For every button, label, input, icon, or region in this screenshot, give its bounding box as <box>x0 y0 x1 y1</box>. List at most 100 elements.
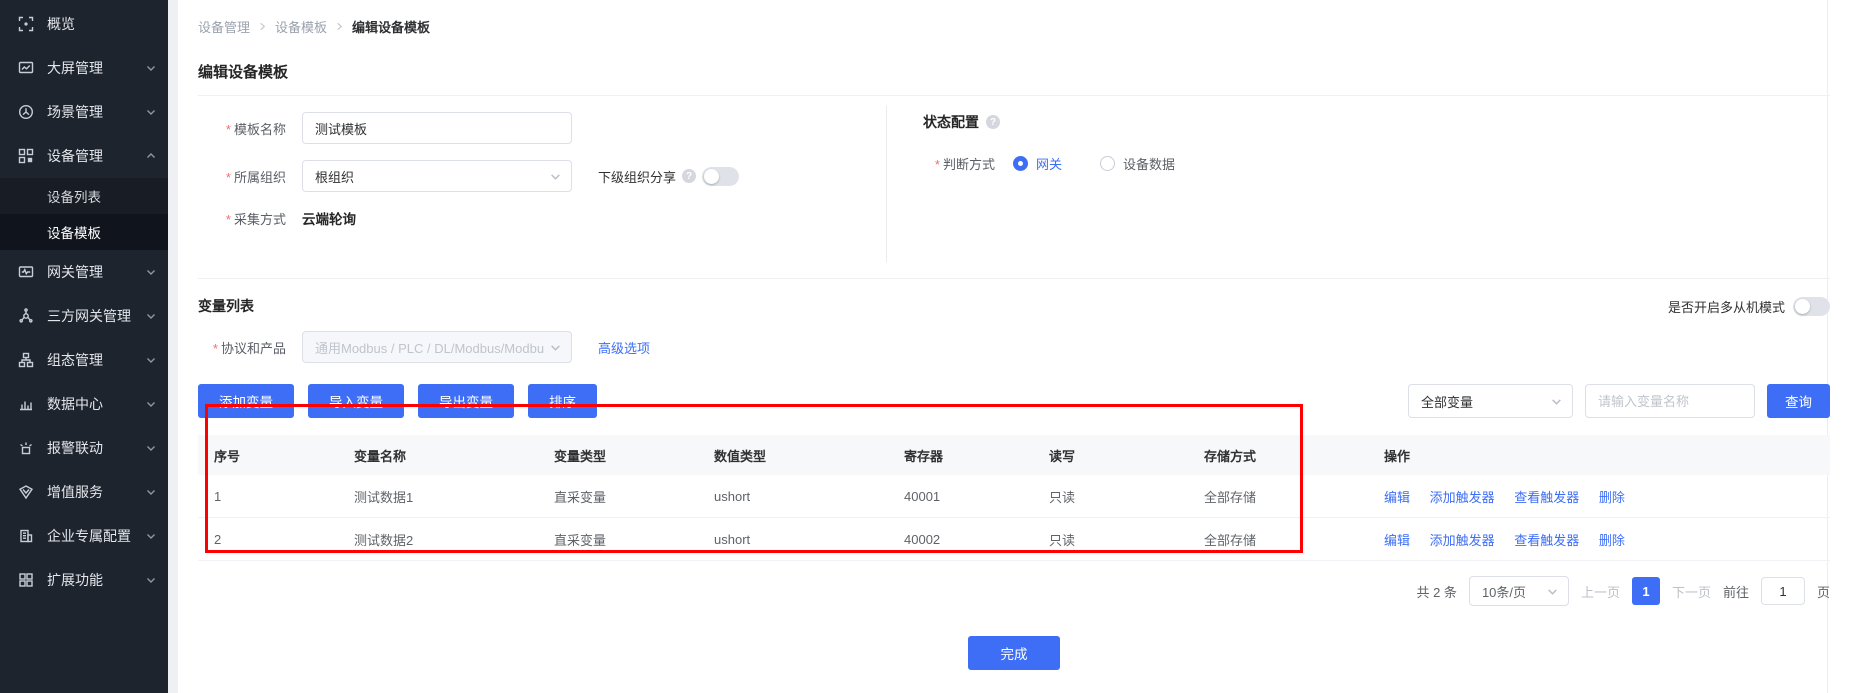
sidebar-item-extension[interactable]: 扩展功能 <box>0 558 168 602</box>
chevron-down-icon <box>146 399 156 409</box>
variable-type-filter-select[interactable]: 全部变量 <box>1408 384 1573 418</box>
edit-link[interactable]: 编辑 <box>1384 533 1410 548</box>
data-center-icon <box>18 396 34 412</box>
table-row: 1 测试数据1 直采变量 ushort 40001 只读 全部存储 编辑 添加触… <box>198 475 1830 518</box>
column-header: 变量名称 <box>338 446 538 465</box>
radio-option-gateway[interactable]: 网关 <box>1013 154 1062 173</box>
sidebar-item-device[interactable]: 设备管理 <box>0 134 168 178</box>
variable-search-input[interactable] <box>1585 384 1755 418</box>
multi-slave-label: 是否开启多从机模式 <box>1668 297 1785 316</box>
row-actions: 编辑 添加触发器 查看触发器 删除 <box>1368 487 1830 506</box>
sidebar-item-alarm[interactable]: 报警联动 <box>0 426 168 470</box>
sidebar-item-device-template[interactable]: 设备模板 <box>0 214 168 250</box>
sidebar: 概览 大屏管理 场景管理 设备管理 设备列表 <box>0 0 168 693</box>
organization-row: *所属组织 根组织 下级组织分享 ? <box>198 160 886 192</box>
cell-register: 40001 <box>888 489 1033 504</box>
export-variable-button[interactable]: 导出变量 <box>418 384 514 418</box>
next-page-button[interactable]: 下一页 <box>1672 582 1711 601</box>
column-header: 数值类型 <box>698 446 888 465</box>
radio-unchecked-icon <box>1100 156 1115 171</box>
enterprise-icon <box>18 528 34 544</box>
goto-page-input[interactable] <box>1761 577 1805 605</box>
overview-icon <box>18 16 34 32</box>
value-service-icon <box>18 484 34 500</box>
sub-org-share-group: 下级组织分享 ? <box>598 167 739 186</box>
big-screen-icon <box>18 60 34 76</box>
prev-page-button[interactable]: 上一页 <box>1581 582 1620 601</box>
table-row: 2 测试数据2 直采变量 ushort 40002 只读 全部存储 编辑 添加触… <box>198 518 1830 561</box>
sidebar-item-label: 概览 <box>47 14 156 34</box>
protocol-select: 通用Modbus / PLC / DL/Modbus/Modbus RTU <box>302 331 572 363</box>
view-trigger-link[interactable]: 查看触发器 <box>1514 490 1579 505</box>
sidebar-item-label: 设备列表 <box>47 186 101 206</box>
sort-button[interactable]: 排序 <box>528 384 597 418</box>
chevron-down-icon <box>550 342 561 353</box>
breadcrumb-item[interactable]: 设备模板 <box>275 17 327 36</box>
delete-link[interactable]: 删除 <box>1599 533 1625 548</box>
add-trigger-link[interactable]: 添加触发器 <box>1430 490 1495 505</box>
row-actions: 编辑 添加触发器 查看触发器 删除 <box>1368 530 1830 549</box>
breadcrumb: 设备管理 设备模板 编辑设备模板 <box>198 0 1830 36</box>
help-icon[interactable]: ? <box>682 169 696 183</box>
organization-label: *所属组织 <box>198 167 286 186</box>
advanced-options-link[interactable]: 高级选项 <box>598 338 650 357</box>
radio-option-device-data[interactable]: 设备数据 <box>1100 154 1175 173</box>
required-mark: * <box>226 212 231 227</box>
status-config-title: 状态配置 <box>923 112 979 132</box>
page-title: 编辑设备模板 <box>198 61 1830 82</box>
breadcrumb-item[interactable]: 设备管理 <box>198 17 250 36</box>
chevron-down-icon <box>146 311 156 321</box>
chevron-down-icon <box>146 575 156 585</box>
add-variable-button[interactable]: 添加变量 <box>198 384 294 418</box>
help-icon[interactable]: ? <box>986 115 1000 129</box>
organization-select[interactable]: 根组织 <box>302 160 572 192</box>
chevron-right-icon <box>258 22 267 31</box>
app-window: 概览 大屏管理 场景管理 设备管理 设备列表 <box>0 0 1850 693</box>
sidebar-item-overview[interactable]: 概览 <box>0 2 168 46</box>
cell-register: 40002 <box>888 532 1033 547</box>
sidebar-item-device-list[interactable]: 设备列表 <box>0 178 168 214</box>
sidebar-item-label: 网关管理 <box>47 262 146 282</box>
page-number-current[interactable]: 1 <box>1632 577 1660 605</box>
view-trigger-link[interactable]: 查看触发器 <box>1514 533 1579 548</box>
sidebar-item-gateway[interactable]: 网关管理 <box>0 250 168 294</box>
pagination: 共 2 条 10条/页 上一页 1 下一页 前往 页 <box>198 576 1830 606</box>
sidebar-item-scene[interactable]: 场景管理 <box>0 90 168 134</box>
sidebar-item-topology[interactable]: 组态管理 <box>0 338 168 382</box>
protocol-row: *协议和产品 通用Modbus / PLC / DL/Modbus/Modbus… <box>198 331 1830 363</box>
page-size-value: 10条/页 <box>1482 582 1541 601</box>
sidebar-item-big-screen[interactable]: 大屏管理 <box>0 46 168 90</box>
chevron-down-icon <box>146 443 156 453</box>
divider <box>198 278 1830 279</box>
extension-icon <box>18 572 34 588</box>
required-mark: * <box>226 170 231 185</box>
sidebar-item-third-party-gateway[interactable]: 三方网关管理 <box>0 294 168 338</box>
done-button[interactable]: 完成 <box>968 636 1060 670</box>
sidebar-item-value-service[interactable]: 增值服务 <box>0 470 168 514</box>
search-button[interactable]: 查询 <box>1767 384 1830 418</box>
multi-slave-toggle[interactable] <box>1793 297 1830 316</box>
collect-mode-row: *采集方式 云端轮询 <box>198 208 886 228</box>
sidebar-item-label: 扩展功能 <box>47 570 146 590</box>
cell-storage-mode: 全部存储 <box>1188 530 1368 549</box>
cell-read-write: 只读 <box>1033 530 1188 549</box>
template-name-field[interactable] <box>302 112 572 144</box>
add-trigger-link[interactable]: 添加触发器 <box>1430 533 1495 548</box>
collect-mode-value: 云端轮询 <box>302 208 356 228</box>
breadcrumb-current: 编辑设备模板 <box>352 17 430 36</box>
status-config-title-row: 状态配置 ? <box>923 112 1830 132</box>
page-size-select[interactable]: 10条/页 <box>1469 576 1569 606</box>
variable-list-title: 变量列表 <box>198 296 254 316</box>
alarm-icon <box>18 440 34 456</box>
edit-link[interactable]: 编辑 <box>1384 490 1410 505</box>
sidebar-item-enterprise[interactable]: 企业专属配置 <box>0 514 168 558</box>
cell-value-type: ushort <box>698 532 888 547</box>
sidebar-item-data-center[interactable]: 数据中心 <box>0 382 168 426</box>
import-variable-button[interactable]: 导入变量 <box>308 384 404 418</box>
variable-list-header: 变量列表 是否开启多从机模式 <box>198 296 1830 316</box>
sub-org-share-toggle[interactable] <box>702 167 739 186</box>
cell-variable-name: 测试数据2 <box>338 530 538 549</box>
column-header: 变量类型 <box>538 446 698 465</box>
main-content: 设备管理 设备模板 编辑设备模板 编辑设备模板 *模板名称 *所属组织 <box>168 0 1850 693</box>
delete-link[interactable]: 删除 <box>1599 490 1625 505</box>
